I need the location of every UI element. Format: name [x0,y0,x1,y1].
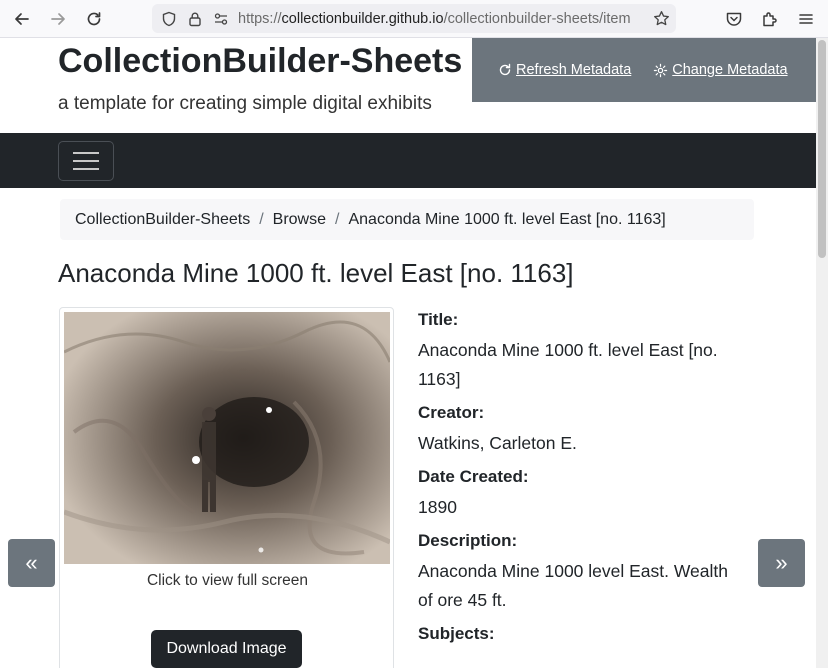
refresh-metadata-label: Refresh Metadata [516,62,632,78]
extensions-button[interactable] [759,8,781,30]
scrollbar-thumb[interactable] [818,40,826,258]
download-image-button[interactable]: Download Image [151,630,302,668]
url-scheme: https:// [238,10,282,27]
pocket-button[interactable] [723,8,745,30]
back-button[interactable] [10,7,34,31]
metadata-toolbar: Refresh Metadata Change Metadata [472,38,816,102]
puzzle-icon [763,12,777,27]
previous-item-button[interactable]: « [8,539,55,587]
address-bar[interactable]: https://collectionbuilder.github.io/coll… [152,4,676,33]
url-text: https://collectionbuilder.github.io/coll… [238,11,638,27]
field-value: Anaconda Mine 1000 ft. level East [no. 1… [418,340,718,389]
gear-icon [654,63,668,77]
shield-icon[interactable] [160,10,178,28]
reload-icon [87,12,101,26]
next-item-button[interactable]: » [758,539,805,587]
pocket-icon [726,12,742,26]
image-caption[interactable]: Click to view full screen [60,572,395,590]
field-value[interactable]: Watkins, Carleton E. [418,429,738,458]
url-path: /collectionbuilder-sheets/item [443,10,631,27]
site-tagline: a template for creating simple digital e… [58,93,432,114]
toggle-bar-icon [73,152,99,154]
change-metadata-link[interactable]: Change Metadata [653,62,788,78]
site-navbar [0,133,816,188]
toggle-bar-icon [73,160,99,162]
lock-icon[interactable] [186,10,204,28]
breadcrumb: CollectionBuilder-Sheets / Browse / Anac… [60,199,754,240]
breadcrumb-current: Anaconda Mine 1000 ft. level East [no. 1… [348,210,666,228]
forward-button[interactable] [46,7,70,31]
breadcrumb-browse-link[interactable]: Browse [273,211,326,229]
field-value: Anaconda Mine 1000 level East. Wealth of… [418,561,729,610]
field-label: Description: [418,531,518,550]
breadcrumb-home-link[interactable]: CollectionBuilder-Sheets [75,211,250,229]
reload-button[interactable] [82,7,106,31]
field-value: 1890 [418,497,457,517]
toggle-bar-icon [73,168,99,170]
field-label: Subjects: [418,624,495,643]
image-card: Click to view full screen Download Image [59,307,394,668]
permissions-icon[interactable] [212,10,230,28]
mine-photo-image[interactable] [64,312,390,564]
change-metadata-label: Change Metadata [672,62,788,78]
refresh-metadata-link[interactable]: Refresh Metadata [498,62,631,78]
bookmark-star-icon[interactable] [652,10,670,28]
forward-arrow-icon [51,13,65,25]
field-label: Creator: [418,403,485,422]
browser-toolbar: https://collectionbuilder.github.io/coll… [0,0,828,38]
back-arrow-icon [15,13,29,25]
field-label: Title: [418,310,459,329]
metadata-list: Title: Anaconda Mine 1000 ft. level East… [418,310,738,653]
web-page: CollectionBuilder-Sheets a template for … [0,38,816,668]
refresh-icon [499,63,511,76]
navbar-toggle-button[interactable] [58,141,114,181]
hamburger-menu-icon [799,14,813,24]
url-host: collectionbuilder.github.io [281,10,444,27]
menu-button[interactable] [795,8,817,30]
site-title[interactable]: CollectionBuilder-Sheets [58,42,462,81]
breadcrumb-separator: / [335,210,340,228]
breadcrumb-separator: / [259,210,264,228]
item-heading: Anaconda Mine 1000 ft. level East [no. 1… [58,258,574,288]
field-label: Date Created: [418,467,529,486]
